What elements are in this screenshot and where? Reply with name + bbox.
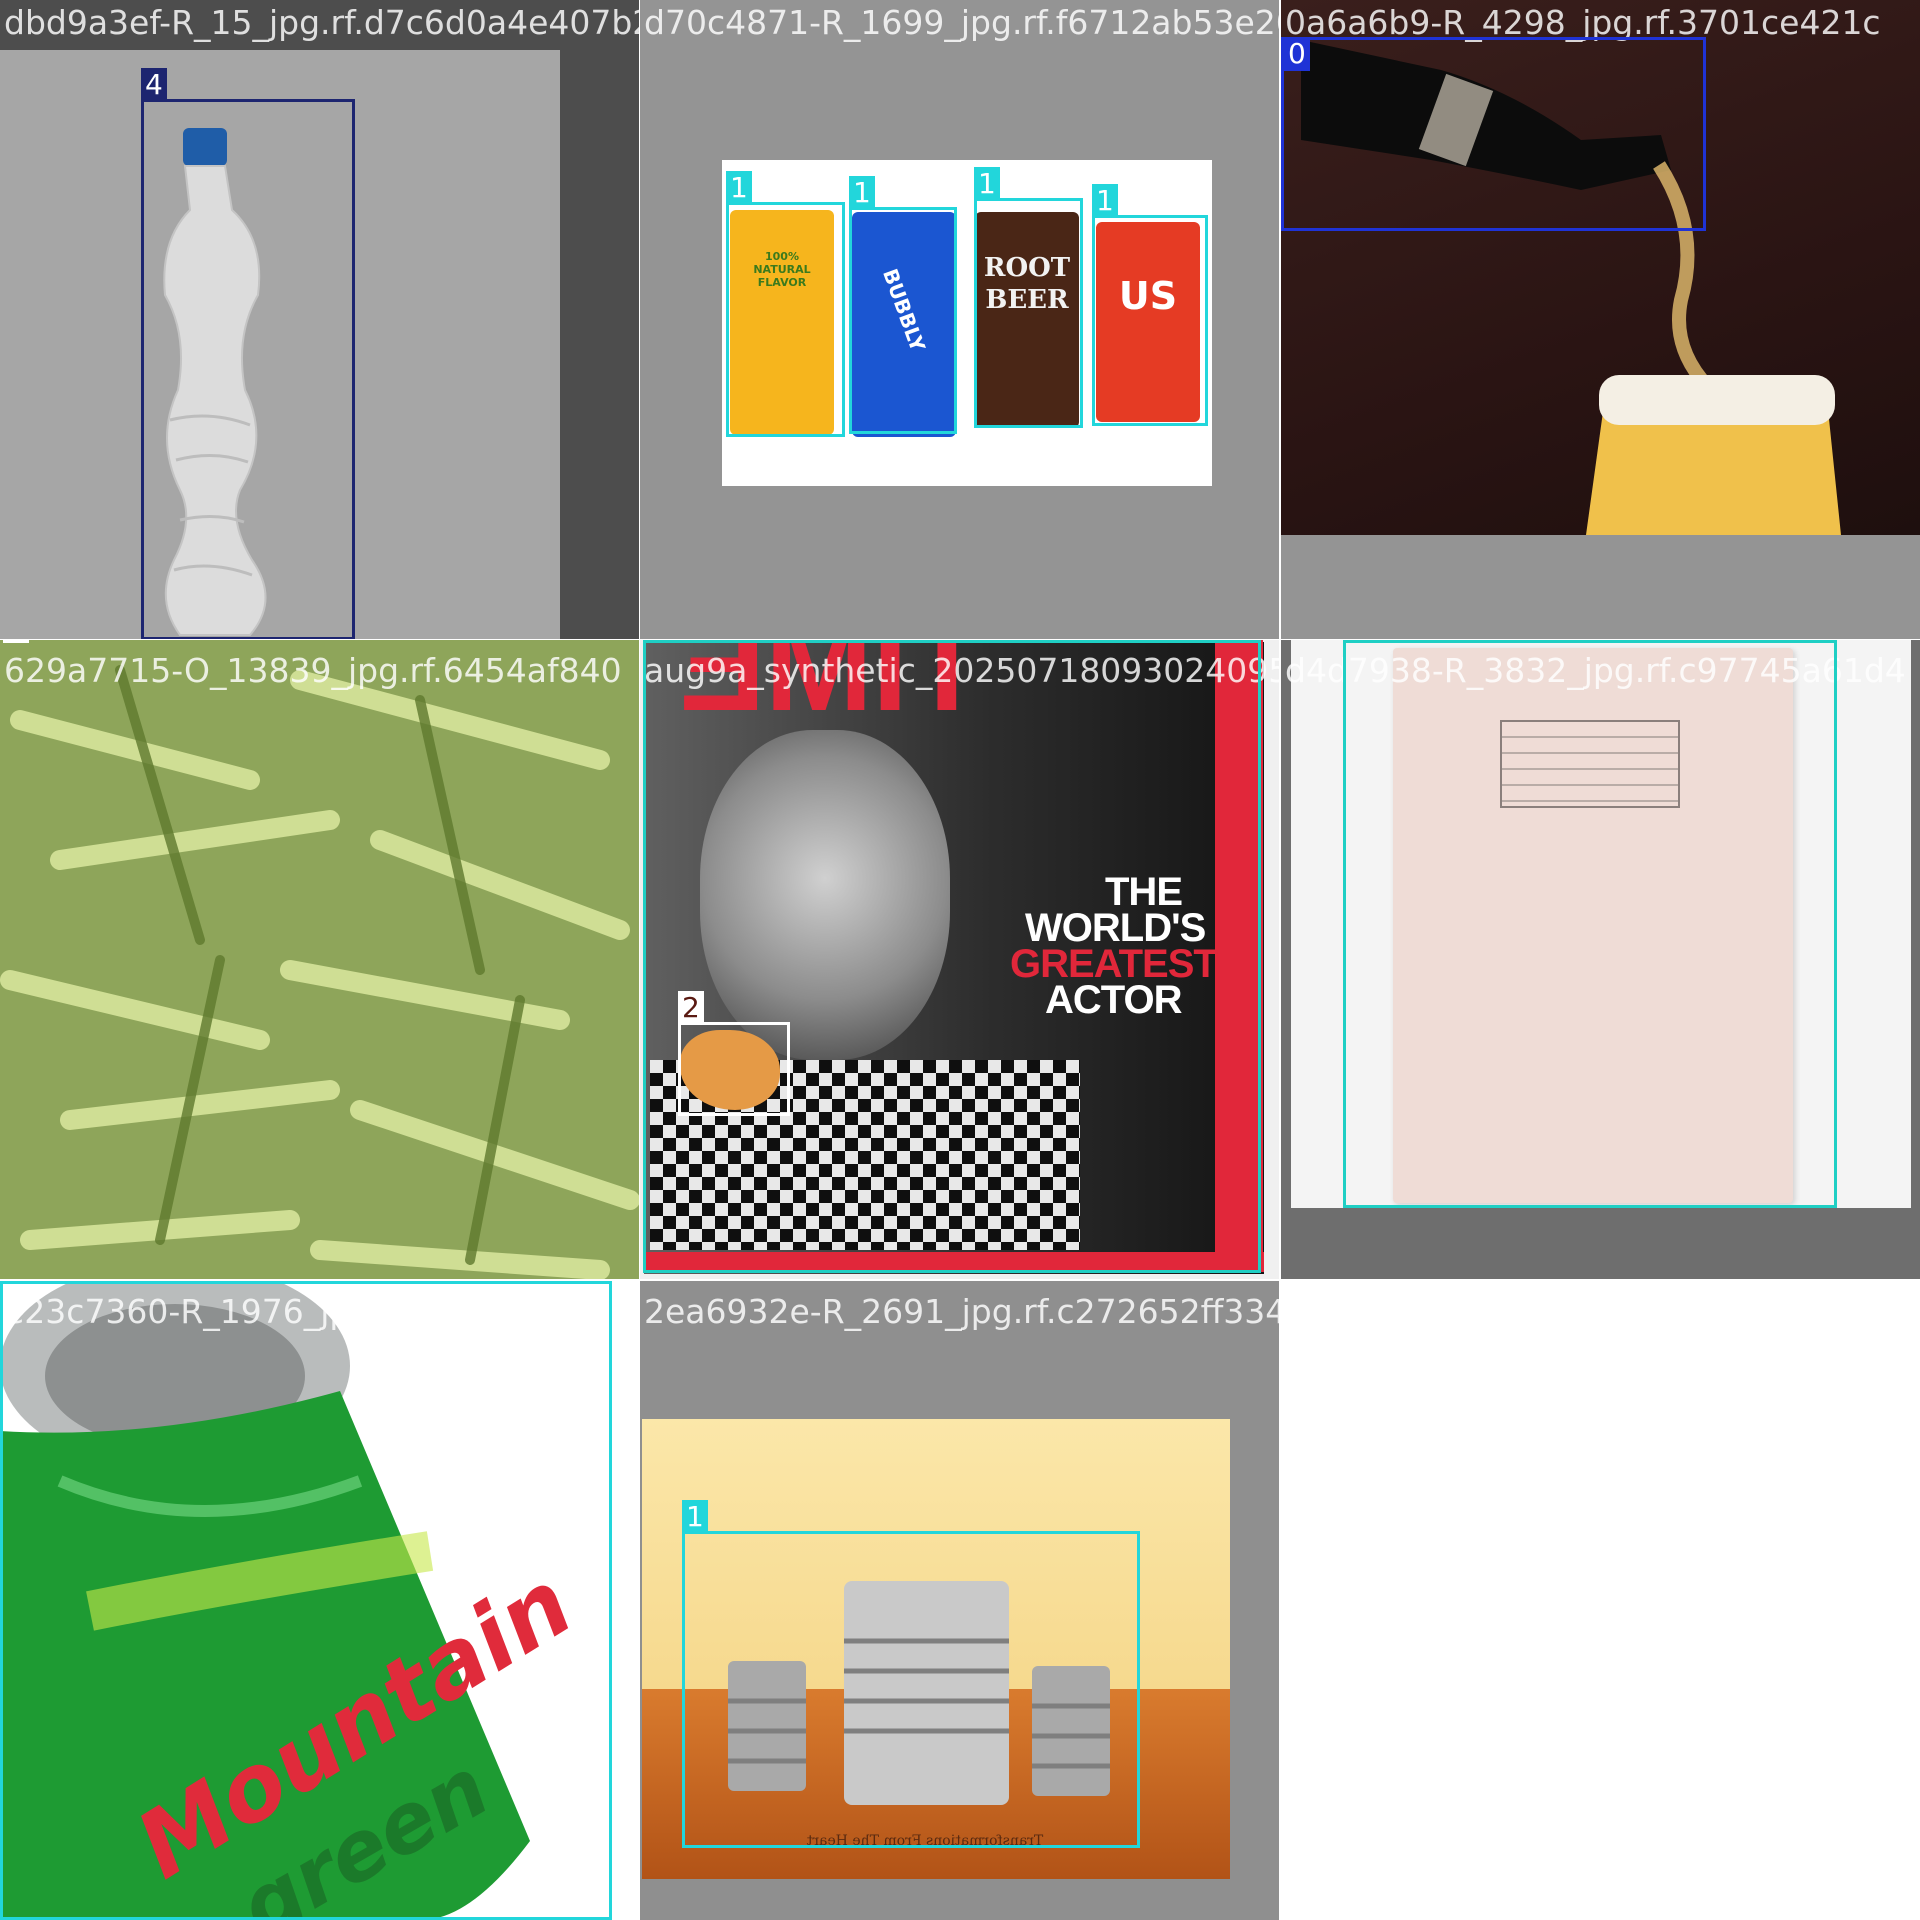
class-id-label: 1 [974,167,1000,201]
tile-four-soda-cans: 100% NATURAL FLAVOR BUBBLY ROOT BEER US … [640,0,1279,639]
class-id-label: 3 [1343,640,1369,643]
detection-box-class-1: 1 [849,176,957,434]
class-id-label: 2 [3,640,29,643]
tile-magazine-cover: TIME THE WORLD'S GREATEST ACTOR aug9a_sy… [640,640,1279,1279]
detection-box-class-1: 1 [726,171,845,437]
detection-box-class-1: 1 [0,1281,612,1920]
class-id-label: 1 [849,176,875,210]
empty-tile [1281,1281,1920,1920]
detection-box-class-1: 1 [682,1500,1140,1848]
class-id-label: 1 [1092,184,1118,218]
class-id-label: 4 [141,68,167,102]
tile-notebook: d4d7938-R_3832_jpg.rf.c97745a61d4 3 [1281,640,1920,1279]
class-id-label: 1 [3,1281,29,1284]
tile-plastic-bottle: dbd9a3ef-R_15_jpg.rf.d7c6d0a4e407b20a4e8… [0,0,639,639]
detection-box-class-3: 3 [643,640,1261,1273]
detection-box-class-0: 0 [1281,37,1706,231]
class-id-label: 1 [726,171,752,205]
detection-box-class-1: 1 [1092,184,1208,426]
detection-box-class-4: 4 [141,68,355,639]
tile-beer-pour: 0a6a6b9-R_4298_jpg.rf.3701ce421c 0 [1281,0,1920,639]
detection-box-class-2: 2 [678,991,790,1116]
tile-green-beans: 629a7715-O_13839_jpg.rf.6454af840 2 [0,640,639,1279]
class-id-label: 0 [1284,37,1310,71]
mosaic-grid: dbd9a3ef-R_15_jpg.rf.d7c6d0a4e407b20a4e8… [0,0,1920,1920]
class-id-label: 1 [682,1500,708,1534]
detection-box-class-3: 3 [1343,640,1837,1208]
detection-box-class-1: 1 [974,167,1083,428]
tile-mountain-green-can: Mountain green e23c7360-R_1976_jpg.rf.75… [0,1281,639,1920]
detection-box-class-2: 2 [0,640,639,1279]
class-id-label: 2 [678,991,704,1025]
tile-tin-cans: Transformations From The Heart 2ea6932e-… [640,1281,1279,1920]
class-id-label: 3 [643,640,669,643]
